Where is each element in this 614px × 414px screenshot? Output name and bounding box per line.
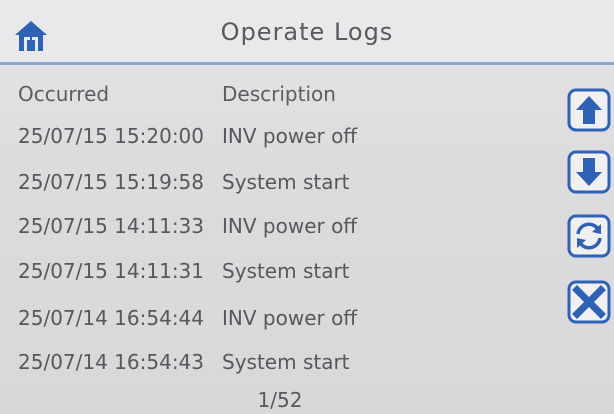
log-occurred: 25/07/14 16:54:43 <box>18 350 205 374</box>
arrow-up-icon <box>567 88 611 132</box>
scroll-up-button[interactable] <box>567 88 611 132</box>
page-indicator: 1/52 <box>257 388 303 412</box>
log-description: INV power off <box>222 124 358 148</box>
operate-logs-screen: Operate Logs Occurred Description 25/07/… <box>0 0 614 414</box>
close-icon <box>567 280 611 324</box>
column-header-occurred: Occurred <box>18 82 110 106</box>
log-occurred: 25/07/15 14:11:33 <box>18 214 205 238</box>
log-occurred: 25/07/15 15:19:58 <box>18 170 205 194</box>
log-row[interactable]: 25/07/15 14:11:31 System start <box>0 251 560 297</box>
page-title: Operate Logs <box>220 18 394 46</box>
log-row[interactable]: 25/07/14 16:54:44 INV power off <box>0 298 560 344</box>
refresh-button[interactable] <box>567 214 611 258</box>
title-bar: Operate Logs <box>0 0 614 62</box>
log-description: System start <box>222 170 350 194</box>
log-occurred: 25/07/14 16:54:44 <box>18 306 205 330</box>
column-header-description: Description <box>222 82 336 106</box>
log-occurred: 25/07/15 14:11:31 <box>18 259 205 283</box>
title-divider <box>0 62 614 65</box>
log-row[interactable]: 25/07/15 14:11:33 INV power off <box>0 206 560 252</box>
log-description: INV power off <box>222 214 358 238</box>
refresh-icon <box>567 214 611 258</box>
log-row[interactable]: 25/07/15 15:20:00 INV power off <box>0 116 560 162</box>
log-row[interactable]: 25/07/14 16:54:43 System start <box>0 342 560 388</box>
log-occurred: 25/07/15 15:20:00 <box>18 124 205 148</box>
scroll-down-button[interactable] <box>567 150 611 194</box>
arrow-down-icon <box>567 150 611 194</box>
log-description: System start <box>222 259 350 283</box>
log-row[interactable]: 25/07/15 15:19:58 System start <box>0 162 560 208</box>
log-description: INV power off <box>222 306 358 330</box>
log-description: System start <box>222 350 350 374</box>
close-button[interactable] <box>567 280 611 324</box>
